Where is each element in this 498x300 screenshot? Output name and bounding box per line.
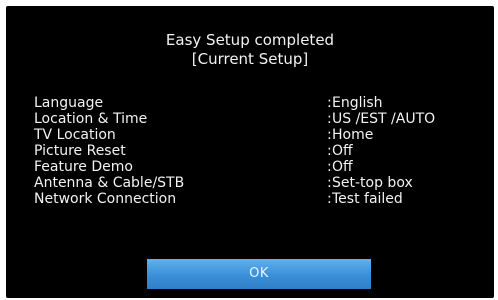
setting-value: Off	[332, 143, 353, 159]
setup-summary-screen: Easy Setup completed [Current Setup] Lan…	[6, 6, 494, 298]
setting-value: Home	[332, 127, 374, 143]
setting-value: Set-top box	[332, 175, 413, 191]
setting-row-feature-demo: Feature Demo : Off	[34, 159, 474, 175]
setting-row-picture-reset: Picture Reset : Off	[34, 143, 474, 159]
setting-label: Antenna & Cable/STB	[34, 175, 185, 191]
setting-value: Test failed	[332, 191, 403, 207]
setting-separator: :	[327, 127, 332, 143]
setting-label: Network Connection	[34, 191, 177, 207]
setting-label: Language	[34, 95, 104, 111]
setting-value: US /EST /AUTO	[332, 111, 436, 127]
setting-row-antenna-cable-stb: Antenna & Cable/STB : Set-top box	[34, 175, 474, 191]
dialog-subtitle: [Current Setup]	[191, 50, 309, 68]
setting-row-language: Language : English	[34, 95, 474, 111]
setting-label: Feature Demo	[34, 159, 133, 175]
setting-separator: :	[327, 111, 332, 127]
setting-row-tv-location: TV Location : Home	[34, 127, 474, 143]
dialog-title: Easy Setup completed	[165, 31, 335, 49]
setting-row-location-time: Location & Time : US /EST /AUTO	[34, 111, 474, 127]
settings-list: Language : English Location & Time : US …	[34, 95, 474, 207]
setting-separator: :	[327, 159, 332, 175]
setting-separator: :	[327, 95, 332, 111]
setting-label: Location & Time	[34, 111, 148, 127]
setting-separator: :	[327, 175, 332, 191]
setting-value: Off	[332, 159, 353, 175]
setting-value: English	[332, 95, 383, 111]
setting-separator: :	[327, 191, 332, 207]
setting-row-network-connection: Network Connection : Test failed	[34, 191, 474, 207]
ok-button[interactable]: OK	[147, 259, 371, 289]
setting-label: Picture Reset	[34, 143, 126, 159]
setting-label: TV Location	[34, 127, 116, 143]
setting-separator: :	[327, 143, 332, 159]
